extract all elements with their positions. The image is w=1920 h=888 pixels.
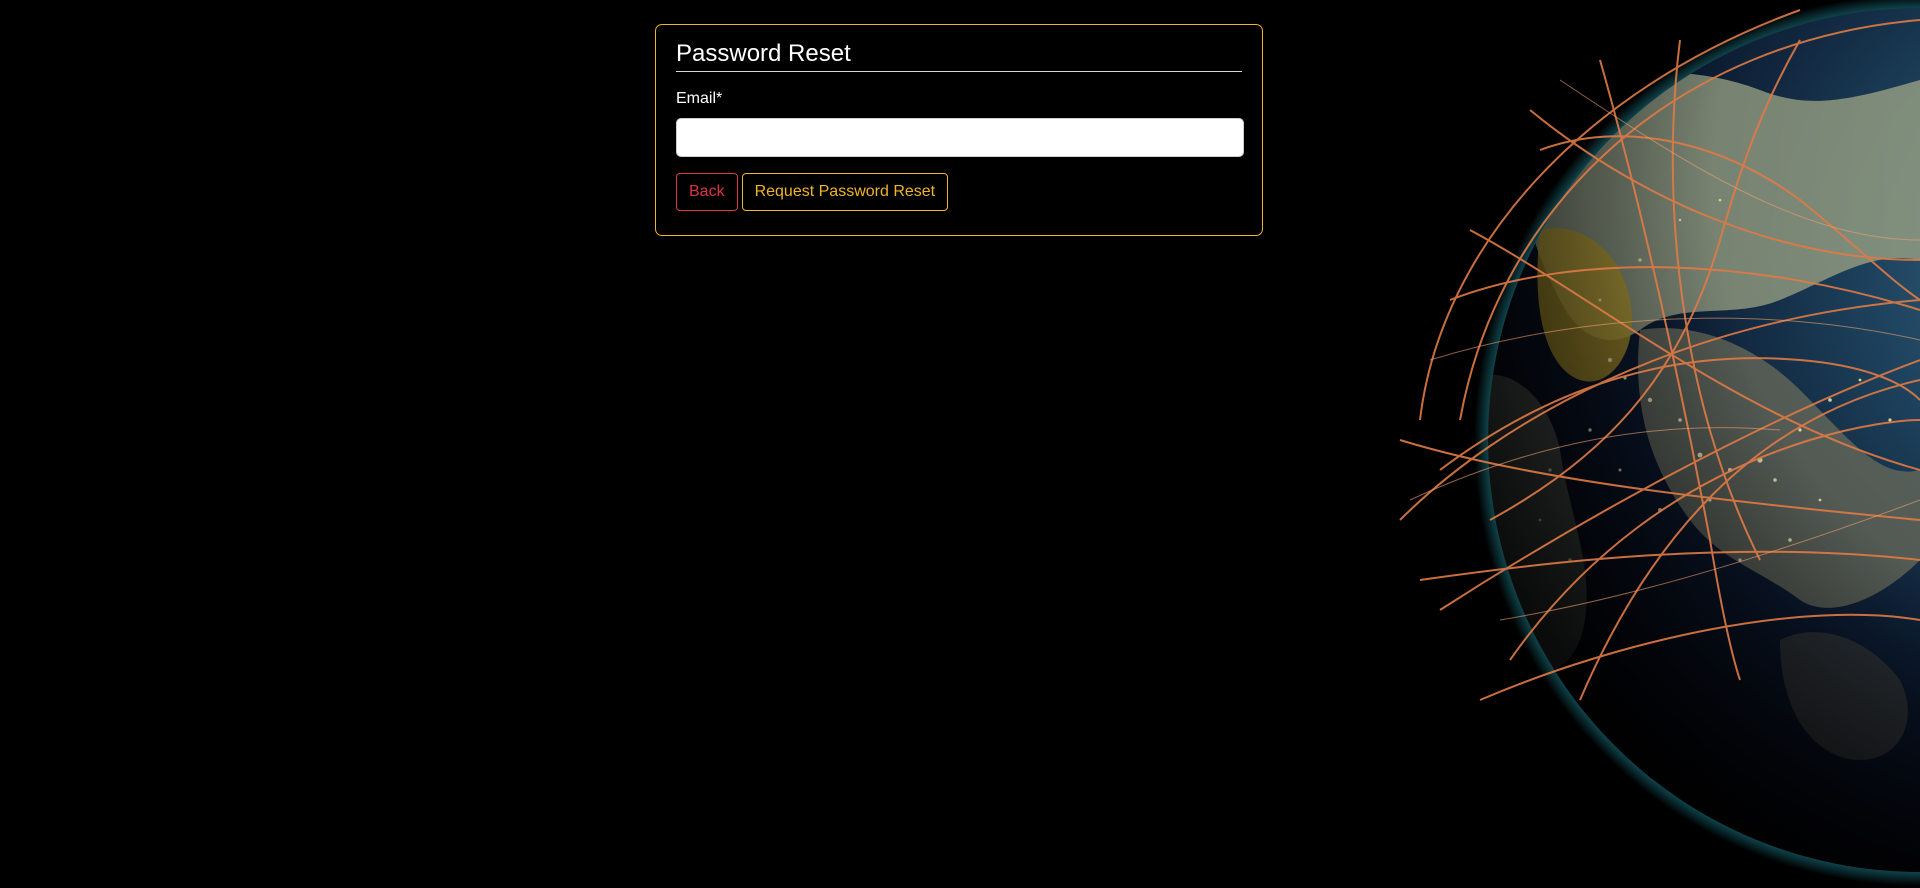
password-reset-card: Password Reset Email* Back Request Passw… xyxy=(655,24,1263,236)
page: Password Reset Email* Back Request Passw… xyxy=(0,0,1920,888)
card-title: Password Reset xyxy=(676,39,1242,72)
request-password-reset-button[interactable]: Request Password Reset xyxy=(741,173,949,211)
email-label: Email* xyxy=(676,90,723,107)
email-input[interactable] xyxy=(676,118,1244,157)
form-actions: Back Request Password Reset xyxy=(676,173,1242,211)
globe-illustration xyxy=(1399,0,1920,886)
back-button[interactable]: Back xyxy=(676,173,738,211)
globe-background-image xyxy=(1380,0,1920,888)
